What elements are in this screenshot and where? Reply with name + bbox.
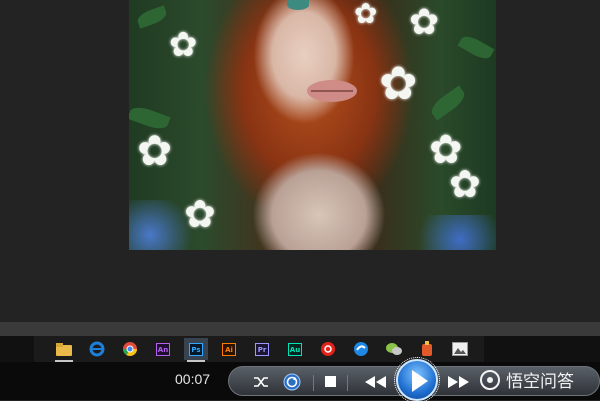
eye-decoration — [287, 0, 309, 10]
adobe-premiere-button[interactable]: Pr — [250, 338, 274, 360]
leaf-decoration — [135, 5, 169, 29]
app-button[interactable] — [415, 338, 439, 360]
repeat-icon — [283, 373, 301, 391]
music-app-icon — [321, 342, 335, 356]
separator — [313, 375, 314, 391]
flower-decoration: ✿ — [354, 0, 378, 30]
play-icon — [412, 370, 428, 392]
video-stage: ✿ ✿ ✿ ✿ ✿ ✿ ✿ ✿ — [0, 0, 600, 322]
leaf-decoration — [427, 85, 469, 121]
flower-decoration: ✿ — [449, 162, 481, 206]
flower-decoration: ✿ — [379, 56, 418, 110]
separator — [347, 375, 348, 391]
adobe-illustrator-button[interactable]: Ai — [217, 338, 241, 360]
adobe-animate-icon: An — [156, 342, 170, 356]
sogou-icon — [354, 342, 368, 356]
flower-decoration: ✿ — [184, 192, 216, 236]
wechat-button[interactable] — [382, 338, 406, 360]
rewind-button[interactable] — [361, 372, 391, 392]
flower-decoration: ✿ — [169, 25, 198, 65]
app-icon — [422, 341, 432, 356]
ie-browser-icon — [89, 341, 105, 357]
wechat-icon — [386, 343, 402, 355]
progress-track[interactable] — [0, 322, 600, 336]
folder-icon — [56, 342, 72, 356]
sogou-button[interactable] — [349, 338, 373, 360]
adobe-audition-icon: Au — [288, 342, 302, 356]
wukong-logo-icon — [480, 369, 500, 390]
video-frame: ✿ ✿ ✿ ✿ ✿ ✿ ✿ ✿ — [129, 0, 496, 250]
repeat-button[interactable] — [281, 371, 303, 393]
adobe-audition-button[interactable]: Au — [283, 338, 307, 360]
leaf-decoration — [457, 32, 495, 63]
blue-flowers-decoration — [406, 215, 496, 250]
play-button[interactable] — [394, 357, 440, 401]
file-explorer-button[interactable] — [52, 338, 76, 362]
lips-line-decoration — [311, 90, 353, 92]
chrome-icon — [123, 342, 137, 356]
fast-forward-icon — [448, 376, 469, 388]
fast-forward-button[interactable] — [444, 372, 474, 392]
adobe-photoshop-icon: Ps — [189, 342, 203, 356]
ie-browser-button[interactable] — [85, 338, 109, 360]
flower-decoration: ✿ — [409, 2, 440, 43]
shuffle-icon — [254, 377, 268, 387]
flower-decoration: ✿ — [137, 126, 173, 175]
watermark-text: 悟空问答 — [506, 372, 574, 392]
image-viewer-icon — [452, 342, 468, 356]
watermark: 悟空问答 — [480, 367, 574, 392]
stop-button[interactable] — [321, 372, 341, 392]
netease-music-button[interactable] — [316, 338, 340, 360]
adobe-photoshop-button[interactable]: Ps — [184, 338, 208, 362]
playback-time: 00:07 — [175, 371, 211, 387]
adobe-animate-button[interactable]: An — [151, 338, 175, 360]
rewind-icon — [365, 376, 386, 388]
chrome-button[interactable] — [118, 338, 142, 360]
adobe-premiere-icon: Pr — [255, 342, 269, 356]
adobe-illustrator-icon: Ai — [222, 342, 236, 356]
image-viewer-button[interactable] — [448, 338, 472, 360]
stop-icon — [325, 376, 336, 387]
shuffle-button[interactable] — [251, 372, 271, 392]
